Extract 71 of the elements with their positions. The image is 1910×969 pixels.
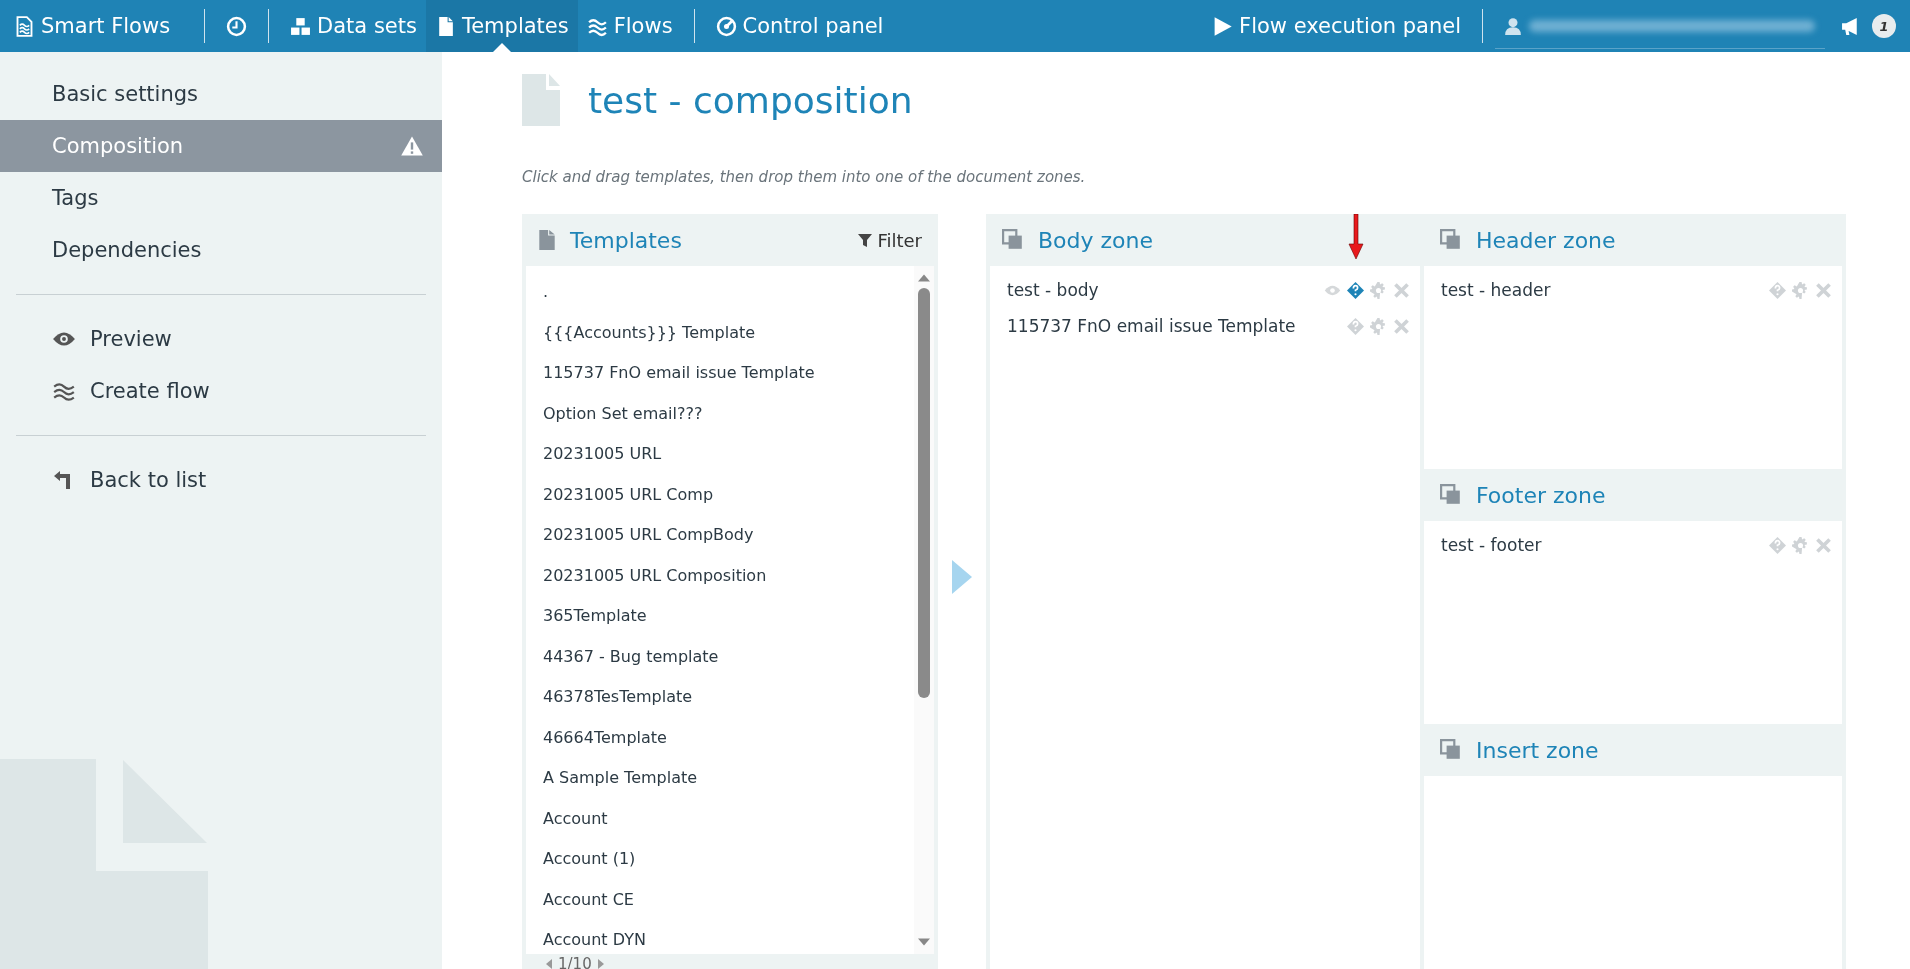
settings-icon[interactable] [1792, 536, 1809, 554]
zone-icon [1440, 484, 1462, 506]
zone-icon [1440, 739, 1462, 761]
scroll-down-icon[interactable] [918, 938, 930, 946]
zone-title: Footer zone [1476, 482, 1606, 508]
zone-template-item: test - header [1441, 280, 1551, 300]
nav-tab[interactable]: Templates [425, 0, 578, 52]
nav-tab[interactable]: Control panel [706, 0, 893, 52]
template-item[interactable]: 20231005 URL Composition [526, 555, 914, 596]
template-item[interactable]: 44367 - Bug template [526, 636, 914, 677]
template-item[interactable]: 115737 FnO email issue Template [526, 353, 914, 394]
zone-template-item: test - footer [1441, 535, 1542, 555]
template-item[interactable]: Option Set email??? [526, 393, 914, 434]
template-item[interactable]: Account [526, 798, 914, 839]
nav-tab[interactable]: Data sets [281, 0, 426, 52]
template-item[interactable]: {{{Accounts}}} Template [526, 312, 914, 353]
zone-title: Header zone [1476, 227, 1616, 253]
zone-template-item: 115737 FnO email issue Template [1007, 316, 1296, 336]
template-item[interactable]: 20231005 URL CompBody [526, 515, 914, 556]
settings-icon[interactable] [1370, 281, 1387, 299]
back-link[interactable]: Back to list [0, 454, 442, 506]
document-waves-icon [14, 15, 35, 37]
template-item[interactable]: 46378TesTemplate [526, 677, 914, 718]
help-icon[interactable] [1347, 281, 1364, 299]
arrow-right-icon [952, 559, 972, 595]
template-item[interactable]: A Sample Template [526, 758, 914, 799]
close-icon[interactable] [1393, 317, 1410, 335]
previous-page-icon[interactable] [546, 959, 552, 969]
zone-icon [1002, 229, 1024, 251]
template-item[interactable]: 365Template [526, 596, 914, 637]
zone-title: Insert zone [1476, 737, 1599, 763]
next-page-icon[interactable] [597, 959, 604, 969]
zone-title: Body zone [1038, 227, 1154, 253]
sidebar-item[interactable]: Basic settings [0, 68, 442, 120]
filter-icon [858, 233, 873, 247]
flow-execution-link[interactable]: Flow execution panel [1203, 0, 1470, 52]
preview-link[interactable]: Preview [0, 313, 442, 365]
template-item[interactable]: Account CE [526, 879, 914, 920]
template-item[interactable]: 46664Template [526, 717, 914, 758]
panel-title: Templates [570, 227, 682, 253]
create-flow-link[interactable]: Create flow [0, 365, 442, 417]
user-icon [1505, 16, 1521, 35]
template-item[interactable]: Account DYN [526, 920, 914, 954]
gauge-icon [715, 15, 737, 37]
blocks-icon [290, 15, 312, 37]
clock-icon [226, 15, 248, 37]
template-item[interactable]: 20231005 URL [526, 434, 914, 475]
page-title: test - composition [588, 79, 913, 121]
sidebar-item[interactable]: Tags [0, 172, 442, 224]
zone-template-item: test - body [1007, 280, 1099, 300]
nav-tab[interactable]: Flows [577, 0, 682, 52]
waves-icon [52, 381, 76, 401]
filter-button[interactable]: Filter [858, 229, 922, 251]
zone-icon [1440, 229, 1462, 251]
template-item[interactable]: 20231005 URL Comp [526, 474, 914, 515]
close-icon[interactable] [1815, 536, 1832, 554]
close-icon[interactable] [1393, 281, 1410, 299]
template-item[interactable]: Account (1) [526, 839, 914, 880]
brand-link[interactable]: Smart Flows [14, 0, 193, 52]
instructions-text: Click and drag templates, then drop them into one of the document zones. [522, 168, 1087, 186]
close-icon[interactable] [1815, 281, 1832, 299]
play-icon [1212, 15, 1234, 37]
document-icon [538, 229, 556, 251]
document-icon [522, 74, 560, 126]
settings-icon[interactable] [1370, 317, 1387, 335]
sidebar-item[interactable]: Dependencies [0, 224, 442, 276]
template-item[interactable]: . [526, 272, 914, 313]
settings-icon[interactable] [1792, 281, 1809, 299]
scroll-up-icon[interactable] [918, 274, 930, 282]
notification-count: 1 [1872, 14, 1896, 38]
scrollbar-thumb[interactable] [918, 288, 930, 698]
